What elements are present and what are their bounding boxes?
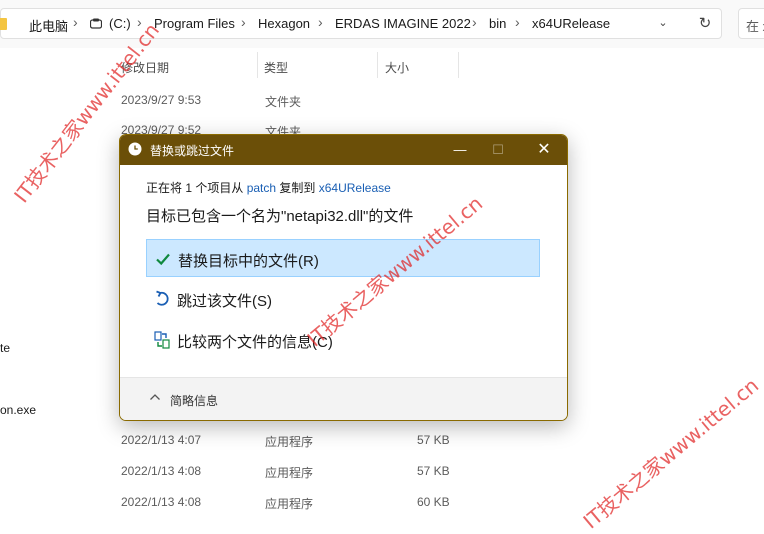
file-row[interactable]: 2022/1/13 4:08 应用程序 60 KB [0, 488, 764, 518]
file-size: 60 KB [417, 495, 450, 509]
file-date: 2022/1/13 4:08 [121, 495, 202, 509]
crumb-this-pc[interactable]: 此电脑 [29, 16, 68, 35]
chevron-right-icon[interactable]: › [318, 14, 323, 30]
file-type: 文件夹 [265, 95, 302, 109]
file-type: 应用程序 [265, 435, 314, 449]
destination-link[interactable]: x64URelease [319, 181, 391, 195]
chevron-up-icon[interactable] [149, 392, 161, 402]
column-header-type[interactable]: 类型 [264, 59, 288, 76]
crumb-drive-c[interactable]: (C:) [109, 16, 131, 31]
file-row[interactable]: 2023/9/27 9:53 文件夹 [0, 86, 764, 116]
drive-icon [90, 18, 102, 29]
minimize-icon[interactable]: — [450, 140, 470, 160]
column-divider[interactable] [458, 52, 459, 78]
column-divider[interactable] [257, 52, 258, 78]
file-date: 2022/1/13 4:07 [121, 433, 202, 447]
file-date: 2023/9/27 9:53 [121, 93, 202, 107]
progress-mid: 复制到 [279, 181, 316, 195]
compare-files-option[interactable]: 比较两个文件的信息(C) [146, 321, 540, 359]
dialog-title: 替换或跳过文件 [150, 144, 235, 158]
refresh-icon[interactable]: ↻ [696, 15, 714, 33]
skip-file-option[interactable]: 跳过该文件(S) [146, 280, 540, 318]
option-label: 替换目标中的文件(R) [178, 253, 319, 270]
compare-icon [154, 331, 170, 349]
skip-arrow-icon [156, 290, 169, 306]
option-label: 比较两个文件的信息(C) [177, 334, 333, 351]
dialog-heading: 目标已包含一个名为"netapi32.dll"的文件 [146, 208, 414, 225]
chevron-right-icon[interactable]: › [73, 14, 78, 30]
folder-icon [0, 18, 7, 30]
clock-icon [128, 142, 142, 156]
crumb-x64urelease[interactable]: x64URelease [532, 16, 610, 31]
file-type: 应用程序 [265, 497, 314, 511]
column-header-size[interactable]: 大小 [385, 59, 409, 76]
address-bar-row: 此电脑 › (C:) › Program Files › Hexagon › E… [0, 0, 764, 48]
crumb-program-files[interactable]: Program Files [154, 16, 235, 31]
column-header-date[interactable]: 修改日期 [121, 59, 169, 76]
search-input[interactable]: 在 x64URelease 中搜索 [738, 8, 764, 39]
check-icon [156, 253, 170, 266]
crumb-erdas[interactable]: ERDAS IMAGINE 2022 [335, 16, 471, 31]
replace-skip-dialog: 替换或跳过文件 — ☐ ✕ 正在将 1 个项目从 patch 复制到 x64UR… [119, 134, 568, 421]
crumb-bin[interactable]: bin [489, 16, 506, 31]
address-bar[interactable]: 此电脑 › (C:) › Program Files › Hexagon › E… [0, 8, 722, 39]
progress-line: 正在将 1 个项目从 patch 复制到 x64URelease [146, 179, 391, 196]
progress-prefix: 正在将 1 个项目从 [146, 181, 244, 195]
maximize-icon: ☐ [492, 142, 504, 157]
file-date: 2022/1/13 4:08 [121, 464, 202, 478]
chevron-right-icon[interactable]: › [515, 14, 520, 30]
file-row[interactable]: 2022/1/13 4:08 应用程序 57 KB [0, 457, 764, 487]
chevron-right-icon[interactable]: › [472, 14, 477, 30]
column-divider[interactable] [377, 52, 378, 78]
file-size: 57 KB [417, 433, 450, 447]
chevron-down-icon[interactable]: ⌄ [655, 15, 671, 31]
crumb-hexagon[interactable]: Hexagon [258, 16, 310, 31]
file-row[interactable]: 2022/1/13 4:07 应用程序 57 KB [0, 426, 764, 456]
chevron-right-icon[interactable]: › [137, 14, 142, 30]
dialog-title-bar[interactable]: 替换或跳过文件 — ☐ ✕ [120, 135, 567, 165]
file-name[interactable]: te [0, 341, 10, 355]
file-type: 应用程序 [265, 466, 314, 480]
source-link[interactable]: patch [247, 181, 276, 195]
file-size: 57 KB [417, 464, 450, 478]
chevron-right-icon[interactable]: › [241, 14, 246, 30]
option-label: 跳过该文件(S) [177, 293, 272, 310]
file-name[interactable]: on.exe [0, 403, 36, 417]
close-icon[interactable]: ✕ [534, 140, 554, 160]
dialog-footer: 简略信息 [120, 377, 567, 420]
fewer-details-toggle[interactable]: 简略信息 [170, 392, 218, 409]
replace-file-option[interactable]: 替换目标中的文件(R) [146, 239, 540, 277]
